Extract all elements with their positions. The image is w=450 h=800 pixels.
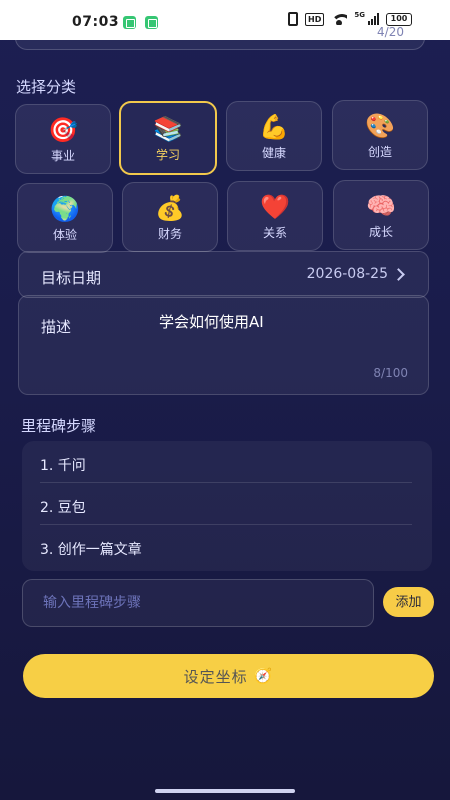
compass-icon: 🧭	[253, 668, 274, 685]
category-create[interactable]: 🎨 创造	[332, 100, 428, 170]
category-finance[interactable]: 💰 财务	[122, 182, 218, 252]
category-label: 事业	[50, 148, 75, 163]
title-char-counter: 4/20	[377, 25, 404, 39]
description-field[interactable]: 描述 学会如何使用AI 8/100	[18, 295, 429, 395]
divider	[40, 524, 412, 525]
globe-icon: 🌍	[50, 194, 80, 223]
home-indicator[interactable]	[155, 789, 295, 793]
milestones-section-label: 里程碑步骤	[21, 417, 97, 435]
milestone-item[interactable]: 1. 千问	[40, 445, 412, 487]
description-char-counter: 8/100	[373, 366, 408, 380]
category-label: 成长	[368, 224, 393, 239]
category-section-label: 选择分类	[16, 78, 77, 96]
category-label: 健康	[261, 145, 286, 160]
heart-icon: ❤️	[260, 192, 290, 221]
milestone-input[interactable]	[22, 579, 374, 627]
target-icon: 🎯	[48, 115, 78, 144]
category-label: 学习	[155, 147, 180, 162]
milestone-list: 1. 千问 2. 豆包 3. 创作一篇文章	[22, 441, 432, 571]
category-growth[interactable]: 🧠 成长	[333, 180, 429, 250]
category-label: 创造	[367, 144, 392, 159]
category-career[interactable]: 🎯 事业	[15, 104, 111, 174]
palette-icon: 🎨	[365, 111, 395, 140]
money-bag-icon: 💰	[155, 193, 185, 222]
divider	[40, 482, 412, 483]
add-milestone-button[interactable]: 添加	[383, 587, 434, 617]
description-text[interactable]: 学会如何使用AI	[159, 311, 264, 332]
brain-icon: 🧠	[366, 191, 396, 220]
category-health[interactable]: 💪 健康	[226, 101, 322, 171]
description-label: 描述	[41, 318, 72, 336]
target-date-value: 2026-08-25	[306, 266, 388, 282]
chevron-right-icon	[392, 268, 405, 281]
category-study[interactable]: 📚 学习	[119, 101, 217, 175]
category-label: 关系	[262, 225, 287, 240]
title-field[interactable]: 4/20	[15, 10, 425, 50]
milestone-item[interactable]: 3. 创作一篇文章	[40, 529, 412, 571]
target-date-row[interactable]: 目标日期 2026-08-25	[18, 251, 429, 298]
set-coordinate-button[interactable]: 设定坐标 🧭	[23, 654, 434, 698]
flexed-biceps-icon: 💪	[259, 112, 289, 141]
category-experience[interactable]: 🌍 体验	[17, 183, 113, 253]
category-label: 体验	[52, 227, 77, 242]
category-label: 财务	[157, 226, 182, 241]
target-date-label: 目标日期	[41, 269, 102, 287]
books-icon: 📚	[153, 114, 183, 143]
milestone-item[interactable]: 2. 豆包	[40, 487, 412, 529]
category-relationship[interactable]: ❤️ 关系	[227, 181, 323, 251]
submit-label: 设定坐标	[183, 668, 248, 686]
